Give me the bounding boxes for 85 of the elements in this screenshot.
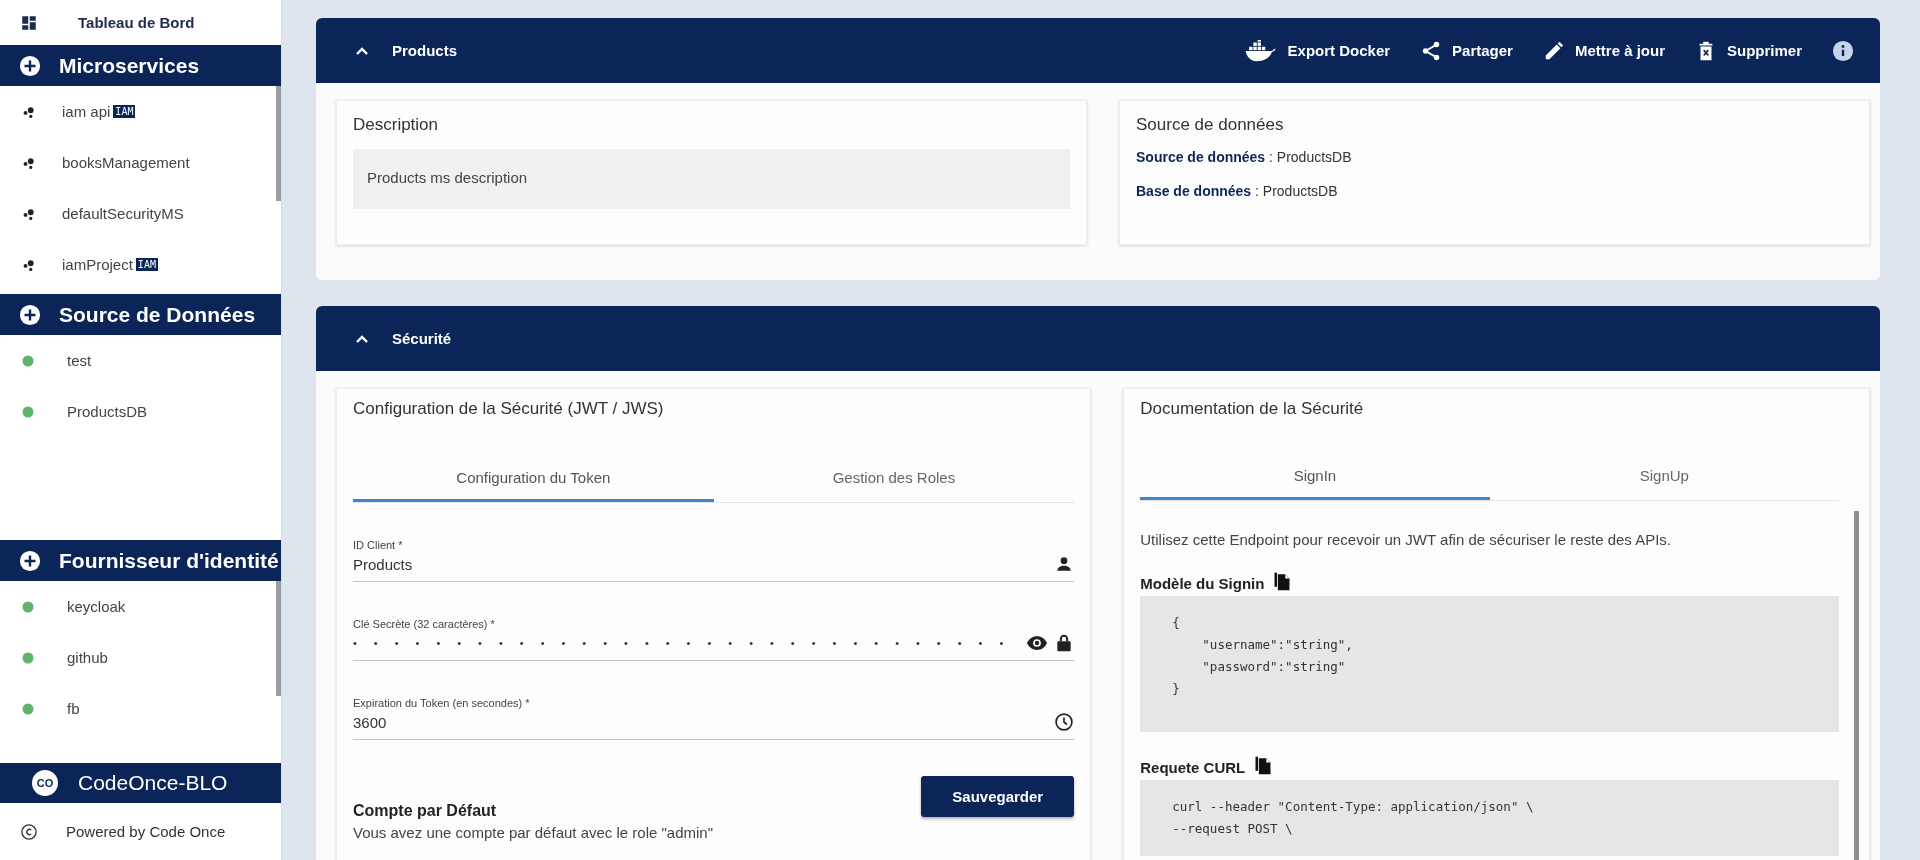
copy-icon[interactable] bbox=[1253, 754, 1274, 776]
card-title: Documentation de la Sécurité bbox=[1140, 399, 1365, 419]
scrollbar[interactable] bbox=[1854, 511, 1859, 860]
item-label: github bbox=[67, 649, 108, 666]
project-name: CodeOnce-BLO bbox=[78, 771, 228, 795]
action-button[interactable]: Partager bbox=[1414, 35, 1519, 66]
block-title: Requete CURL bbox=[1140, 759, 1246, 776]
sidebar-item[interactable]: ProductsDB bbox=[0, 386, 274, 437]
panel-title: Sécurité bbox=[392, 330, 452, 347]
sidebar-item[interactable]: fb bbox=[0, 683, 274, 734]
molecule-icon bbox=[22, 257, 36, 272]
sidebar-item[interactable]: keycloak bbox=[0, 581, 274, 632]
datasource-line: Source de données : ProductsDB bbox=[1136, 149, 1353, 165]
action-button[interactable]: Mettre à jour bbox=[1536, 35, 1671, 66]
item-label: keycloak bbox=[67, 598, 126, 615]
sidebar-item[interactable]: test bbox=[0, 335, 274, 386]
add-icon bbox=[19, 303, 41, 326]
copy-icon[interactable] bbox=[1272, 570, 1293, 592]
item-label: ProductsDB bbox=[67, 403, 148, 420]
code-line: "username":"string", bbox=[1201, 636, 1354, 654]
section-title: Source de Données bbox=[59, 302, 256, 327]
item-label: fb bbox=[67, 700, 80, 717]
copyright-icon bbox=[20, 822, 38, 841]
card-title: Description bbox=[353, 115, 440, 135]
tab[interactable]: SignIn bbox=[1140, 459, 1490, 500]
datasource-line: Base de données : ProductsDB bbox=[1136, 183, 1339, 199]
scrollbar[interactable] bbox=[276, 581, 281, 696]
iam-tag: IAM bbox=[113, 105, 136, 118]
input-field[interactable]: Clé Secrète (32 caractères) * •••••••••••••••••••••••••••••••• bbox=[353, 618, 1075, 661]
panel-title: Products bbox=[392, 42, 457, 59]
item-label: defaultSecurityMS bbox=[62, 205, 184, 222]
footer-text: Powered by Code Once bbox=[66, 823, 226, 840]
block-title: Modèle du Signin bbox=[1140, 575, 1265, 592]
section-header[interactable]: Source de Données bbox=[0, 294, 281, 335]
add-icon bbox=[19, 54, 41, 77]
action-button[interactable]: Supprimer bbox=[1689, 35, 1808, 66]
item-label: booksManagement bbox=[62, 154, 190, 171]
project-logo: CO bbox=[32, 770, 58, 796]
status-dot-icon bbox=[22, 405, 34, 418]
item-label: iamProject bbox=[62, 256, 133, 273]
code-line: curl --header "Content-Type: application/json" \ bbox=[1172, 798, 1535, 816]
molecule-icon bbox=[22, 155, 36, 170]
clock-icon bbox=[1054, 712, 1075, 732]
tab[interactable]: SignUp bbox=[1489, 459, 1839, 500]
section-title: Fournisseur d'identité bbox=[59, 548, 279, 573]
tab[interactable]: Gestion des Roles bbox=[713, 457, 1075, 502]
account-text: Vous avez une compte par défaut avec le role "admin" bbox=[353, 824, 715, 841]
info-icon bbox=[1832, 39, 1854, 62]
tab[interactable]: Configuration du Token bbox=[353, 457, 714, 502]
intro-text: Utilisez cette Endpoint pour recevoir un JWT afin de sécuriser le reste des APIs. bbox=[1140, 531, 1673, 548]
whale-icon bbox=[1243, 38, 1278, 63]
item-label: test bbox=[67, 352, 92, 369]
description-text: Products ms description bbox=[353, 149, 1070, 209]
dashboard-link[interactable]: Tableau de Bord bbox=[0, 0, 281, 45]
status-dot-icon bbox=[22, 651, 34, 664]
status-dot-icon bbox=[22, 354, 34, 367]
status-dot-icon bbox=[22, 702, 34, 715]
iam-tag: IAM bbox=[135, 258, 158, 271]
molecule-icon bbox=[22, 206, 36, 221]
molecule-icon bbox=[22, 104, 36, 119]
code-line: --request POST \ bbox=[1172, 820, 1294, 838]
code-line: { bbox=[1172, 614, 1181, 632]
input-field[interactable]: ID Client * Products bbox=[353, 539, 1075, 582]
project-bar[interactable]: CO CodeOnce-BLO bbox=[0, 763, 281, 803]
scrollbar[interactable] bbox=[276, 86, 281, 201]
card-title: Source de données bbox=[1136, 115, 1285, 135]
card-title: Configuration de la Sécurité (JWT / JWS) bbox=[353, 399, 665, 419]
code-line: "password":"string" bbox=[1201, 658, 1347, 676]
sidebar-item[interactable]: iam api IAM bbox=[0, 86, 274, 137]
sidebar-item[interactable]: defaultSecurityMS bbox=[0, 188, 274, 239]
section-header[interactable]: Microservices bbox=[0, 45, 281, 86]
dashboard-icon bbox=[20, 13, 38, 32]
account-heading: Compte par Défaut bbox=[353, 802, 498, 820]
section-title: Microservices bbox=[59, 53, 200, 78]
save-button[interactable]: Sauvegarder bbox=[921, 776, 1075, 817]
input-field[interactable]: Expiration du Token (en secondes) * 3600 bbox=[353, 697, 1075, 740]
section-header[interactable]: Fournisseur d'identité bbox=[0, 540, 281, 581]
code-line: } bbox=[1172, 680, 1181, 698]
item-label: iam api bbox=[62, 103, 111, 120]
sidebar-item[interactable]: booksManagement bbox=[0, 137, 274, 188]
add-icon bbox=[19, 549, 41, 572]
status-dot-icon bbox=[22, 600, 34, 613]
action-button[interactable]: Export Docker bbox=[1237, 34, 1397, 67]
sidebar-item[interactable]: iamProject IAM bbox=[0, 239, 274, 290]
sidebar-item[interactable]: github bbox=[0, 632, 274, 683]
